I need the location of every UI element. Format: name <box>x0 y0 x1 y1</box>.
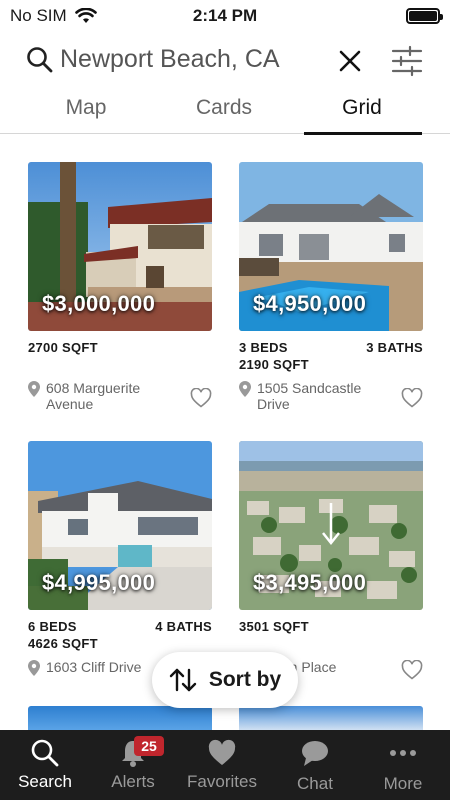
tab-cards[interactable]: Cards <box>164 96 284 120</box>
listing-photo[interactable]: $3,495,000 <box>239 441 423 610</box>
listing-photo-partial[interactable] <box>28 706 212 730</box>
listing-sqft: 2700 SQFT <box>28 340 98 355</box>
listing-photo-partial[interactable] <box>239 706 423 730</box>
listing-price: $3,495,000 <box>253 570 367 595</box>
sort-button[interactable]: Sort by <box>152 652 298 708</box>
search-icon <box>31 739 59 767</box>
tab-map[interactable]: Map <box>26 96 146 120</box>
listing-sqft: 4626 SQFT <box>28 636 98 651</box>
listing-price: $3,000,000 <box>42 291 156 316</box>
bottom-nav: Search 25 Alerts Favorites Chat More <box>0 730 450 800</box>
listing-price: $4,995,000 <box>42 570 156 595</box>
listing-card[interactable]: $4,950,000 3 BEDS 3 BATHS 2190 SQFT 1505… <box>239 162 423 422</box>
nav-more-label: More <box>383 774 423 793</box>
listing-photo[interactable]: $4,995,000 <box>28 441 212 610</box>
nav-alerts-label: Alerts <box>111 772 155 791</box>
listing-photo[interactable]: $3,000,000 <box>28 162 212 331</box>
search-icon <box>27 47 53 73</box>
sort-arrows-icon <box>169 668 197 692</box>
listing-beds: 6 BEDS <box>28 619 77 634</box>
view-tabs: Map Cards Grid <box>0 94 450 135</box>
listing-photo[interactable]: $4,950,000 <box>239 162 423 331</box>
nav-search-label: Search <box>18 772 72 791</box>
nav-favorites[interactable]: Favorites <box>177 730 267 800</box>
more-dots-icon <box>390 750 416 756</box>
sort-label: Sort by <box>208 668 282 691</box>
listing-card[interactable]: $4,995,000 6 BEDS 4 BATHS 4626 SQFT 1603… <box>28 441 212 686</box>
listing-sqft: 3501 SQFT <box>239 619 309 634</box>
listing-baths: 3 BATHS <box>366 340 423 355</box>
search-bar[interactable]: Newport Beach, CA <box>0 38 450 84</box>
status-time: 2:14 PM <box>192 6 258 25</box>
heart-icon <box>208 739 236 765</box>
listing-card[interactable]: $3,000,000 2700 SQFT 608 Marguerite Aven… <box>28 162 212 422</box>
location-pin-icon <box>28 660 40 676</box>
location-pin-icon <box>239 381 251 397</box>
status-bar: No SIM 2:14 PM <box>0 0 450 32</box>
chat-bubble-icon <box>302 741 328 766</box>
nav-search[interactable]: Search <box>0 730 90 800</box>
battery-icon <box>406 8 443 24</box>
nav-more[interactable]: More <box>358 730 448 800</box>
nav-chat[interactable]: Chat <box>270 730 360 800</box>
active-tab-indicator <box>304 132 422 135</box>
close-icon[interactable] <box>336 47 364 75</box>
heart-icon[interactable] <box>401 660 423 680</box>
listing-price: $4,950,000 <box>253 291 367 316</box>
listing-address: 608 Marguerite Avenue <box>28 380 178 412</box>
tab-grid[interactable]: Grid <box>302 96 422 120</box>
heart-icon[interactable] <box>401 388 423 408</box>
heart-icon[interactable] <box>190 388 212 408</box>
nav-favorites-label: Favorites <box>187 772 257 791</box>
filter-sliders-icon[interactable] <box>390 44 424 78</box>
listing-card[interactable]: $3,495,000 3501 SQFT Haven Place <box>239 441 423 686</box>
location-pin-icon <box>28 381 40 397</box>
nav-alerts[interactable]: 25 Alerts <box>88 730 178 800</box>
alerts-badge: 25 <box>134 736 164 756</box>
listing-beds: 3 BEDS <box>239 340 288 355</box>
listing-sqft: 2190 SQFT <box>239 357 309 372</box>
nav-chat-label: Chat <box>297 774 333 793</box>
listing-address: 1505 Sandcastle Drive <box>239 380 389 412</box>
search-input[interactable]: Newport Beach, CA <box>60 45 280 74</box>
listing-baths: 4 BATHS <box>155 619 212 634</box>
